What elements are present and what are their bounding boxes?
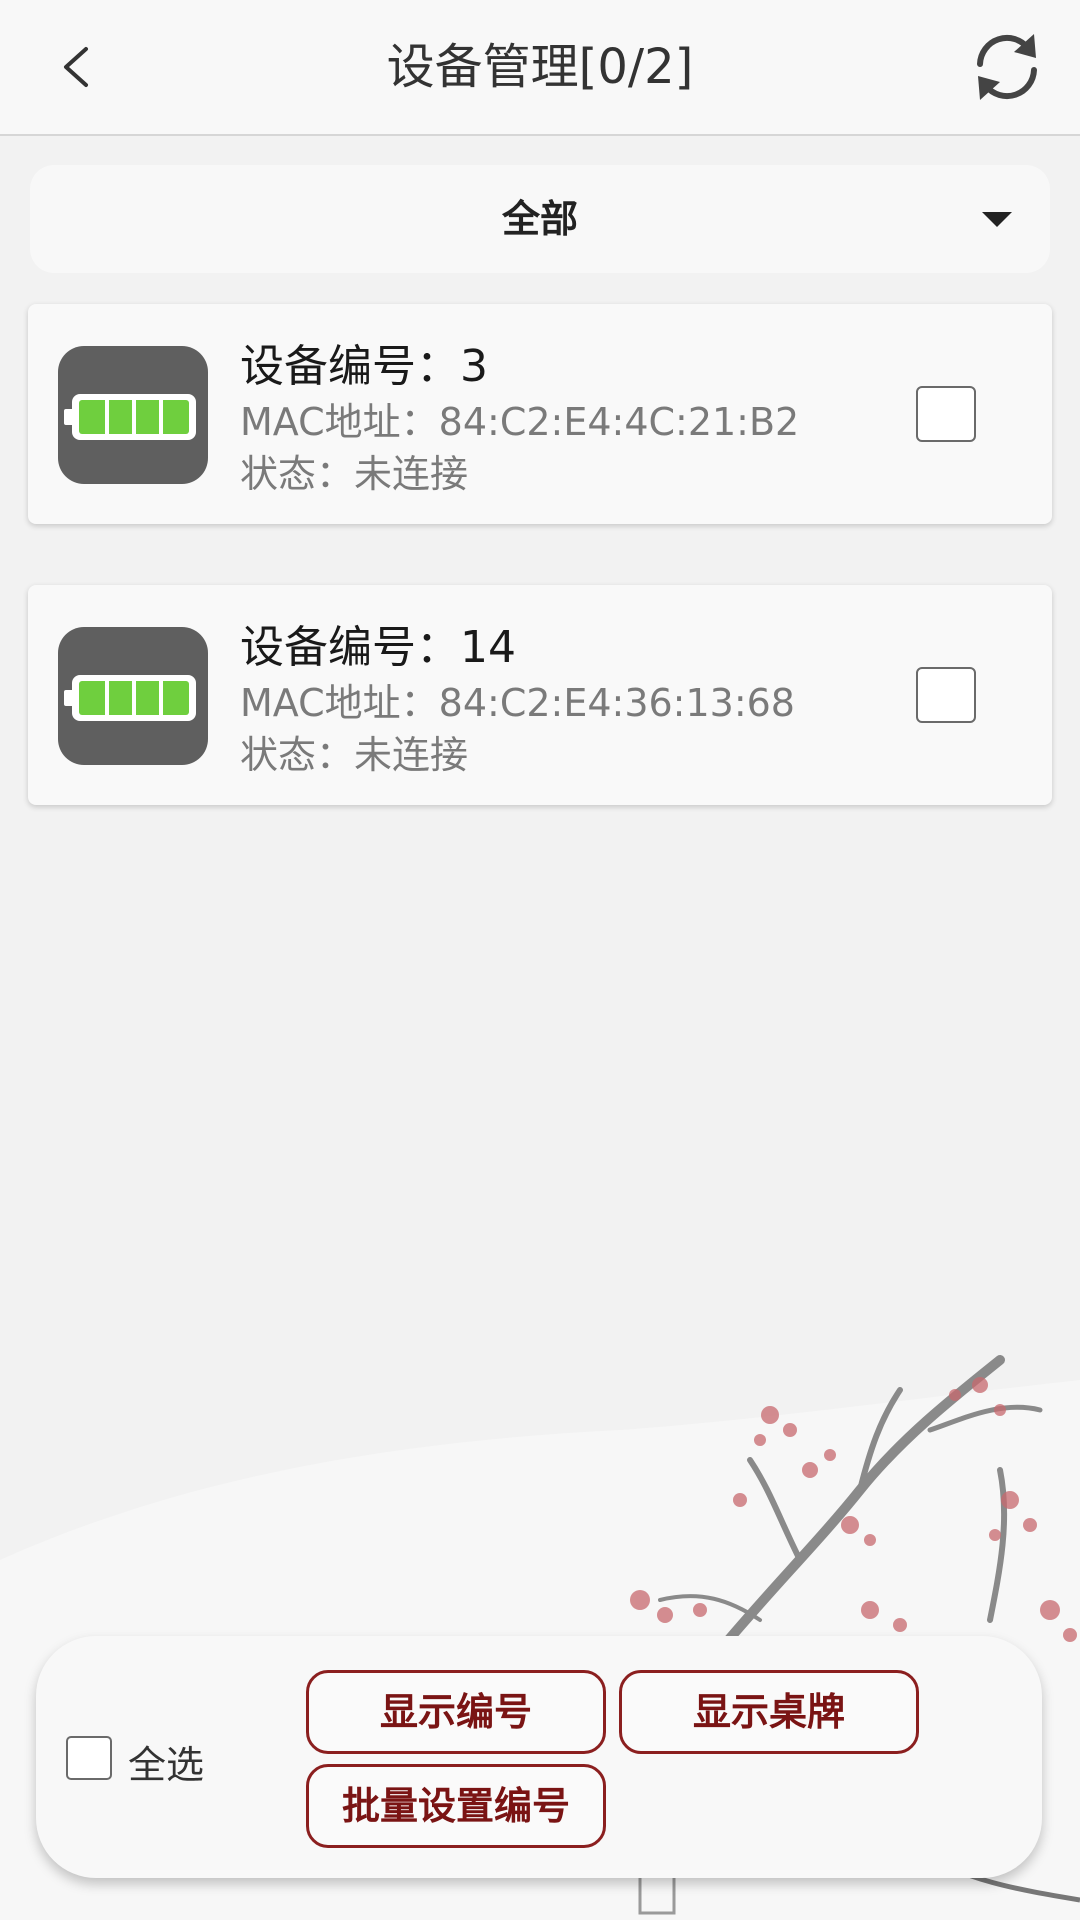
- device-checkbox[interactable]: [916, 386, 976, 442]
- device-avatar: [58, 627, 208, 765]
- mac-label: MAC地址：: [240, 681, 439, 725]
- mac-value: 84:C2:E4:36:13:68: [438, 681, 795, 725]
- mac-row: MAC地址：84:C2:E4:4C:21:B2: [240, 396, 799, 448]
- refresh-button[interactable]: [964, 24, 1050, 110]
- device-number-row: 设备编号：14: [240, 619, 795, 677]
- device-number-label: 设备编号：: [240, 622, 460, 673]
- device-info: 设备编号：3 MAC地址：84:C2:E4:4C:21:B2 状态：未连接: [240, 338, 799, 500]
- show-number-button[interactable]: 显示编号: [306, 1670, 606, 1754]
- mac-value: 84:C2:E4:4C:21:B2: [438, 400, 800, 444]
- device-number-label: 设备编号：: [240, 341, 460, 392]
- bottom-action-panel: 全选 显示编号 显示桌牌 批量设置编号: [36, 1636, 1042, 1878]
- device-avatar: [58, 346, 208, 484]
- page-title: 设备管理[0/2]: [386, 39, 694, 95]
- device-number-row: 设备编号：3: [240, 338, 799, 396]
- select-all-checkbox[interactable]: [66, 1736, 112, 1780]
- device-number-value: 14: [460, 622, 516, 673]
- show-nameplate-button[interactable]: 显示桌牌: [619, 1670, 919, 1754]
- mac-row: MAC地址：84:C2:E4:36:13:68: [240, 677, 795, 729]
- device-filter-dropdown[interactable]: 全部: [30, 165, 1050, 273]
- refresh-icon: [977, 34, 1037, 100]
- caret-down-icon: [982, 212, 1012, 227]
- device-checkbox[interactable]: [916, 667, 976, 723]
- mac-label: MAC地址：: [240, 400, 439, 444]
- status-value: 未连接: [354, 452, 469, 496]
- app-header: 设备管理[0/2]: [0, 0, 1080, 136]
- chevron-left-icon: [64, 47, 88, 87]
- device-number-value: 3: [460, 341, 488, 392]
- battery-full-icon: [64, 394, 196, 440]
- status-row: 状态：未连接: [240, 729, 795, 781]
- battery-full-icon: [64, 675, 196, 721]
- select-all-label: 全选: [128, 1743, 205, 1787]
- status-label: 状态：: [240, 452, 355, 496]
- filter-selected-value: 全部: [501, 197, 578, 241]
- status-row: 状态：未连接: [240, 448, 799, 500]
- back-button[interactable]: [40, 27, 120, 107]
- device-card[interactable]: 设备编号：14 MAC地址：84:C2:E4:36:13:68 状态：未连接: [28, 585, 1052, 805]
- batch-set-number-button[interactable]: 批量设置编号: [306, 1764, 606, 1848]
- device-management-screen: 设备管理[0/2] 全部 设备编号：3 MAC地址：84:C2:E4:4C:21…: [0, 0, 1080, 1920]
- status-label: 状态：: [240, 733, 355, 777]
- device-card[interactable]: 设备编号：3 MAC地址：84:C2:E4:4C:21:B2 状态：未连接: [28, 304, 1052, 524]
- status-value: 未连接: [354, 733, 469, 777]
- device-info: 设备编号：14 MAC地址：84:C2:E4:36:13:68 状态：未连接: [240, 619, 795, 781]
